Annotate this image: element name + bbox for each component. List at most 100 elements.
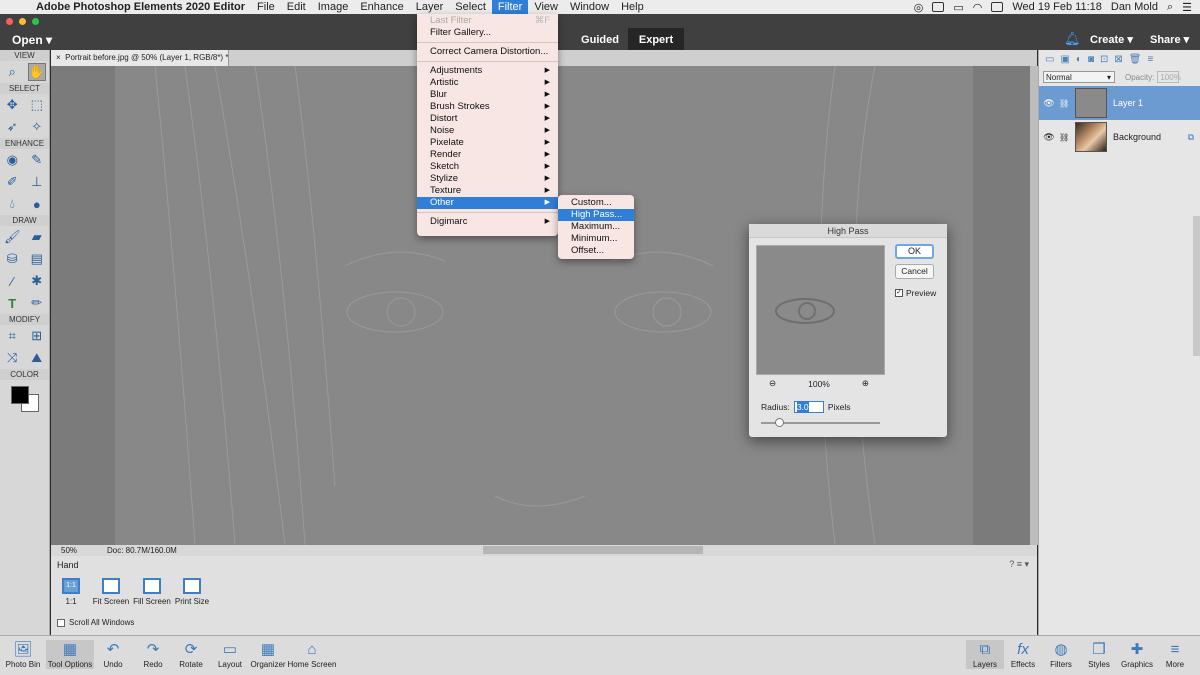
layers-button[interactable]: ⧉ Layers <box>966 640 1004 669</box>
smart-brush-tool-icon[interactable]: ✐ <box>3 173 21 191</box>
airplay-icon[interactable]: ▭ <box>953 1 963 14</box>
submenu-high-pass[interactable]: High Pass... <box>558 209 634 221</box>
bell-icon[interactable]: 🔔︎ <box>1064 31 1081 47</box>
filter-category-blur[interactable]: Blur ▶ <box>417 89 558 101</box>
submenu-maximum[interactable]: Maximum... <box>558 221 634 233</box>
correct-camera-distortion-item[interactable]: Correct Camera Distortion... <box>417 46 558 58</box>
submenu-custom[interactable]: Custom... <box>558 197 634 209</box>
delete-layer-icon[interactable]: 🗑︎ <box>1129 54 1142 65</box>
blur-tool-icon[interactable]: 💧︎ <box>3 195 21 213</box>
radius-input[interactable]: 3.0 <box>793 401 824 413</box>
layer-style-icon[interactable]: ⧉ <box>1188 132 1194 143</box>
open-button[interactable]: Open ▾ <box>12 33 52 47</box>
close-tab-icon[interactable]: × <box>56 53 61 62</box>
new-layer-icon[interactable]: ▭ <box>1045 54 1054 65</box>
clone-stamp-tool-icon[interactable]: ⊥ <box>28 173 46 191</box>
document-tab[interactable]: × Portrait before.jpg @ 50% (Layer 1, RG… <box>51 50 229 66</box>
custom-shape-tool-icon[interactable]: ✱ <box>28 272 46 290</box>
tool-options-button[interactable]: ▦ Tool Options <box>46 640 94 669</box>
creative-cloud-icon[interactable]: ◎ <box>914 1 924 14</box>
close-window-icon[interactable] <box>6 18 13 25</box>
filter-category-other[interactable]: Other ▶ <box>417 197 558 209</box>
share-button[interactable]: Share ▾ <box>1150 33 1189 46</box>
menu-select[interactable]: Select <box>449 0 492 14</box>
move-tool-icon[interactable]: ✥ <box>3 96 21 114</box>
marquee-tool-icon[interactable]: ⬚ <box>28 96 46 114</box>
type-tool-icon[interactable]: T <box>3 294 21 312</box>
eyedropper-tool-icon[interactable]: ⁄ <box>3 272 21 290</box>
red-eye-tool-icon[interactable]: ◉ <box>3 151 21 169</box>
hand-tool-icon[interactable]: ✋ <box>27 63 46 81</box>
menu-image[interactable]: Image <box>312 0 355 14</box>
horizontal-scrollbar[interactable] <box>483 546 703 554</box>
filter-category-pixelate[interactable]: Pixelate ▶ <box>417 137 558 149</box>
filter-category-digimarc[interactable]: Digimarc ▶ <box>417 216 558 228</box>
zoom-tool-icon[interactable]: ⌕ <box>3 63 21 81</box>
app-name-menu[interactable]: Adobe Photoshop Elements 2020 Editor <box>36 1 245 13</box>
battery-icon[interactable] <box>991 2 1004 12</box>
wifi-icon[interactable]: ◠ <box>973 1 983 14</box>
filter-category-texture[interactable]: Texture ▶ <box>417 185 558 197</box>
search-icon[interactable]: ⌕ <box>1167 1 1173 14</box>
clock-text[interactable]: Wed 19 Feb 11:18 <box>1012 1 1102 13</box>
mode-guided-tab[interactable]: Guided <box>572 28 628 52</box>
layout-button[interactable]: ▭ Layout <box>209 640 251 669</box>
submenu-minimum[interactable]: Minimum... <box>558 233 634 245</box>
filter-category-adjustments[interactable]: Adjustments ▶ <box>417 65 558 77</box>
zoom-level[interactable]: 50% <box>61 545 77 556</box>
help-icon[interactable]: ? ≡ ▾ <box>1009 559 1029 570</box>
menu-file[interactable]: File <box>251 0 281 14</box>
zoom-in-icon[interactable]: ⊕ <box>862 378 869 389</box>
minimize-window-icon[interactable] <box>19 18 26 25</box>
spot-healing-tool-icon[interactable]: ✎ <box>28 151 46 169</box>
rotate-button[interactable]: ⟳ Rotate <box>170 640 212 669</box>
screen-icon[interactable] <box>932 2 945 12</box>
filter-gallery-item[interactable]: Filter Gallery... <box>417 27 558 39</box>
lock-icon[interactable]: ⊡ <box>1100 54 1108 65</box>
vertical-scrollbar[interactable] <box>1030 66 1038 545</box>
sponge-tool-icon[interactable]: ● <box>28 195 46 213</box>
menu-edit[interactable]: Edit <box>281 0 312 14</box>
layer-row[interactable]: 👁︎ ⛓︎ Layer 1 <box>1039 86 1200 120</box>
mode-expert-tab[interactable]: Expert <box>628 28 684 52</box>
blend-mode-select[interactable]: Normal ▾ <box>1043 71 1115 83</box>
filter-category-stylize[interactable]: Stylize ▶ <box>417 173 558 185</box>
menu-filter[interactable]: Filter <box>491 0 529 14</box>
filter-category-noise[interactable]: Noise ▶ <box>417 125 558 137</box>
menu-layer[interactable]: Layer <box>410 0 450 14</box>
submenu-offset[interactable]: Offset... <box>558 245 634 257</box>
user-name[interactable]: Dan Mold <box>1111 1 1158 13</box>
scroll-all-windows-checkbox[interactable]: Scroll All Windows <box>57 618 134 627</box>
preview-checkbox[interactable]: ✓ Preview <box>895 288 936 298</box>
more-button[interactable]: ≡ More <box>1154 640 1196 669</box>
content-aware-move-tool-icon[interactable]: ⤨ <box>3 349 21 367</box>
eraser-tool-icon[interactable]: ▰ <box>28 228 46 246</box>
eye-icon[interactable]: 👁︎ <box>1039 98 1059 109</box>
panel-menu-icon[interactable]: ≡ <box>1147 54 1153 65</box>
menu-window[interactable]: Window <box>564 0 615 14</box>
undo-button[interactable]: ↶ Undo <box>92 640 134 669</box>
filter-category-render[interactable]: Render ▶ <box>417 149 558 161</box>
filter-category-sketch[interactable]: Sketch ▶ <box>417 161 558 173</box>
menu-enhance[interactable]: Enhance <box>354 0 409 14</box>
link-icon[interactable]: ⛓︎ <box>1059 99 1069 108</box>
brush-tool-icon[interactable]: 🖌︎ <box>3 228 21 246</box>
adjustment-layer-icon[interactable]: ◐ <box>1076 54 1082 65</box>
effects-button[interactable]: fx Effects <box>1002 640 1044 669</box>
dialog-title[interactable]: High Pass <box>749 224 947 238</box>
menu-view[interactable]: View <box>528 0 564 14</box>
radius-slider[interactable] <box>761 418 880 427</box>
magic-wand-tool-icon[interactable]: ✧ <box>28 118 46 136</box>
zoom-window-icon[interactable] <box>32 18 39 25</box>
cancel-button[interactable]: Cancel <box>895 264 934 279</box>
option-print-size[interactable]: Print Size <box>164 578 220 606</box>
filter-category-distort[interactable]: Distort ▶ <box>417 113 558 125</box>
eye-icon[interactable]: 👁︎ <box>1039 132 1059 143</box>
control-center-icon[interactable]: ☰ <box>1182 1 1192 14</box>
create-button[interactable]: Create ▾ <box>1090 33 1133 46</box>
foreground-color-swatch[interactable] <box>11 386 29 404</box>
panel-scrollbar[interactable] <box>1193 216 1200 356</box>
redo-button[interactable]: ↷ Redo <box>132 640 174 669</box>
filters-button[interactable]: ◍ Filters <box>1040 640 1082 669</box>
gradient-tool-icon[interactable]: ▤ <box>28 250 46 268</box>
